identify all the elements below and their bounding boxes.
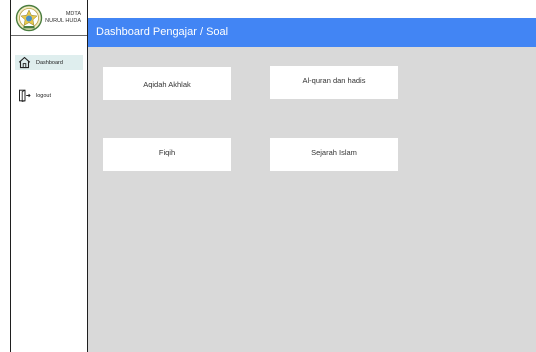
- card-label: Fiqih: [158, 148, 176, 157]
- sidebar-item-label: logout: [36, 92, 51, 99]
- home-icon: [17, 56, 31, 70]
- subject-card-sejarah-islam[interactable]: Sejarah Islam: [270, 138, 398, 171]
- logo: MDTA NURUL HUDA: [11, 0, 87, 36]
- logo-line-2: NURUL HUDA: [45, 17, 81, 24]
- card-label: Aqidah Akhlak: [143, 80, 191, 89]
- card-label: Sejarah Islam: [311, 148, 357, 157]
- subject-card-alquran-dan-hadis[interactable]: Al-quran dan hadis: [270, 66, 398, 99]
- page-title: Dashboard Pengajar / Soal: [96, 26, 229, 38]
- subject-card-fiqih[interactable]: Fiqih: [103, 138, 231, 171]
- main-content: Aqidah Akhlak Al-quran dan hadis Fiqih S…: [88, 47, 536, 352]
- sidebar-item-dashboard[interactable]: Dashboard: [15, 55, 83, 70]
- madrasah-emblem-icon: [15, 4, 43, 32]
- sidebar: MDTA NURUL HUDA Dashboard logout: [10, 0, 88, 352]
- header-bar: Dashboard Pengajar / Soal: [88, 18, 536, 47]
- sidebar-item-logout[interactable]: logout: [15, 88, 83, 103]
- card-label: Al-quran dan hadis: [302, 76, 366, 85]
- sidebar-item-label: Dashboard: [36, 59, 63, 66]
- logout-door-icon: [17, 89, 31, 103]
- subject-card-aqidah-akhlak[interactable]: Aqidah Akhlak: [103, 67, 231, 100]
- logo-text: MDTA NURUL HUDA: [41, 11, 81, 24]
